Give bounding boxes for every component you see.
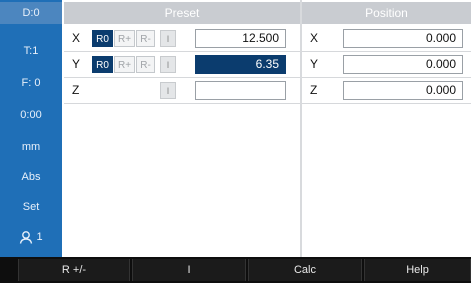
calc-softkey[interactable]: Calc [248, 259, 362, 281]
tool-status[interactable]: T:1 [0, 38, 62, 64]
incremental-softkey[interactable]: I [132, 259, 246, 281]
preset-panel: X R0 R+ R- I 12.500 Y R0 R+ R- I 6.35 Z … [64, 26, 300, 253]
position-row-x: X 0.000 [302, 26, 471, 52]
preset-row-y: Y R0 R+ R- I 6.35 [64, 52, 300, 78]
position-value: 0.000 [343, 29, 463, 48]
r0-button[interactable]: R0 [92, 30, 113, 47]
status-sidebar: D:0 T:1 F: 0 0:00 mm Abs Set 1 [0, 0, 62, 257]
incremental-button[interactable]: I [160, 56, 176, 73]
softkey-bar: R +/- I Calc Help [0, 257, 471, 283]
r0-button[interactable]: R0 [92, 56, 113, 73]
axis-label: X [310, 31, 319, 45]
preset-value-input[interactable]: 12.500 [195, 29, 286, 48]
preset-row-z: Z I [64, 78, 300, 104]
datum-status[interactable]: D:0 [0, 2, 62, 24]
position-value: 0.000 [343, 81, 463, 100]
user-icon [20, 231, 33, 244]
position-header: Position [302, 2, 471, 24]
r-minus-button[interactable]: R- [136, 56, 155, 73]
help-softkey[interactable]: Help [364, 259, 471, 281]
position-panel: X 0.000 Y 0.000 Z 0.000 [302, 26, 471, 253]
feed-rate-status[interactable]: F: 0 [0, 70, 62, 96]
axis-label: Y [72, 57, 81, 71]
axis-label: X [72, 31, 81, 45]
axis-label: Z [310, 83, 318, 97]
abs-inc-status[interactable]: Abs [0, 164, 62, 190]
incremental-button[interactable]: I [160, 30, 176, 47]
r-plus-button[interactable]: R+ [114, 30, 135, 47]
axis-label: Y [310, 57, 319, 71]
user-status[interactable]: 1 [0, 224, 62, 250]
r-plus-minus-softkey[interactable]: R +/- [18, 259, 130, 281]
preset-row-x: X R0 R+ R- I 12.500 [64, 26, 300, 52]
set-status[interactable]: Set [0, 194, 62, 220]
position-value: 0.000 [343, 55, 463, 74]
stopwatch-status[interactable]: 0:00 [0, 102, 62, 128]
user-number: 1 [36, 231, 43, 243]
axis-label: Z [72, 83, 80, 97]
preset-header: Preset [64, 2, 300, 24]
incremental-button[interactable]: I [160, 82, 176, 99]
position-row-y: Y 0.000 [302, 52, 471, 78]
unit-status[interactable]: mm [0, 134, 62, 160]
r-minus-button[interactable]: R- [136, 30, 155, 47]
r-plus-button[interactable]: R+ [114, 56, 135, 73]
preset-value-input[interactable]: 6.35 [195, 55, 286, 74]
preset-value-input[interactable] [195, 81, 286, 100]
position-row-z: Z 0.000 [302, 78, 471, 104]
